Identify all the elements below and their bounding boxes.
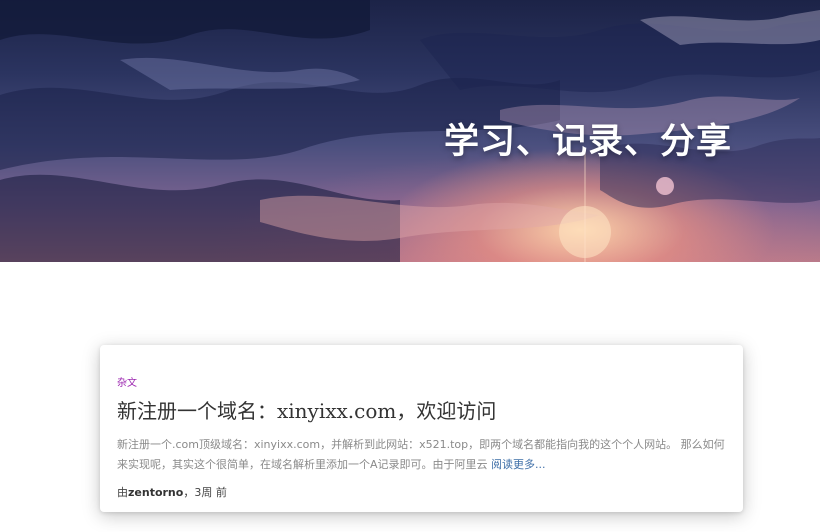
post-card: 杂文 新注册一个域名：xinyixx.com，欢迎访问 新注册一个.com顶级域… [100,345,743,512]
hero-title: 学习、记录、分享 [444,122,733,162]
post-excerpt-text: 新注册一个.com顶级域名：xinyixx.com，并解析到此网站：x521.t… [117,438,725,471]
post-title-link[interactable]: 新注册一个域名：xinyixx.com，欢迎访问 [117,395,726,424]
meta-prefix: 由 [117,486,128,499]
post-excerpt: 新注册一个.com顶级域名：xinyixx.com，并解析到此网站：x521.t… [117,435,727,475]
post-time: ，3周 前 [183,486,227,499]
author-link[interactable]: zentorno [128,486,183,499]
read-more-link[interactable]: 阅读更多... [491,458,546,471]
hero-banner: 学习、记录、分享 [0,0,820,262]
post-meta: 由zentorno，3周 前 [117,484,726,500]
post-category-link[interactable]: 杂文 [117,374,137,389]
